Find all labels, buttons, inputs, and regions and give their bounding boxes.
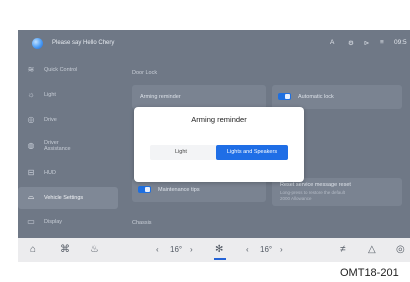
sidebar-item-label: Driver Assistance [44, 140, 71, 152]
arming-option-selector: Light Lights and Speakers [150, 145, 288, 160]
sidebar-item-label: Display [44, 219, 63, 225]
section-door-lock: Door Lock [132, 70, 158, 76]
bottom-dock: ⌂ ⌘ ♨ ‹ 16° › ✻ ‹ 16° › ≠ △ ◎ [18, 238, 410, 262]
fan-active-indicator [214, 258, 226, 260]
sidebar-item-label: Quick Control [44, 67, 78, 73]
settings-icon[interactable]: ⚙ [348, 39, 354, 47]
sidebar-item-hud[interactable]: ⊟ HUD [18, 163, 118, 185]
sidebar-item-label: Drive [44, 117, 57, 123]
fan-icon[interactable]: ✻ [215, 244, 223, 255]
temp-right-increase[interactable]: › [280, 245, 283, 254]
card-subtitle: 2000 Allowance [280, 196, 312, 201]
sidebar-item-label: Light [44, 92, 56, 98]
automatic-lock-toggle[interactable] [278, 93, 291, 100]
top-status-bar: Please say Hello Chery A ⚙ ⊳ ≡ 09:5 [18, 30, 410, 58]
power-icon[interactable]: ◎ [396, 244, 405, 255]
display-icon: ▭ [27, 217, 35, 226]
option-lights-and-speakers[interactable]: Lights and Speakers [216, 145, 288, 160]
temp-left-decrease[interactable]: ‹ [156, 245, 159, 254]
sidebar-item-quick-control[interactable]: ≋ Quick Control [18, 60, 118, 82]
option-light[interactable]: Light [150, 145, 212, 160]
car-icon: ⌓ [27, 192, 35, 201]
quick-control-icon: ≋ [27, 65, 35, 74]
light-icon: ☼ [27, 90, 35, 99]
automatic-lock-card[interactable]: Automatic lock [272, 85, 402, 109]
card-title: Maintenance tips [158, 187, 200, 193]
driver-assistance-icon: ◍ [27, 141, 35, 150]
arming-reminder-card[interactable]: Arming reminder [132, 85, 266, 109]
card-title: Automatic lock [298, 94, 334, 100]
card-title: Reset service message reset [280, 182, 351, 188]
temp-right-decrease[interactable]: ‹ [246, 245, 249, 254]
home-icon[interactable]: ⌂ [30, 244, 36, 255]
profile-icon[interactable]: A [330, 39, 334, 46]
sidebar-item-driver-assistance[interactable]: ◍ Driver Assistance [18, 134, 118, 160]
signal-icon: ≡ [380, 39, 384, 46]
media-icon[interactable]: ⊳ [364, 39, 369, 47]
seat-icon[interactable]: ♨ [90, 244, 99, 255]
temp-right: 16° [260, 245, 273, 254]
sidebar-item-drive[interactable]: ◎ Drive [18, 110, 118, 132]
clock: 09:5 [394, 39, 407, 46]
maintenance-tips-toggle[interactable] [138, 186, 151, 193]
sidebar-item-vehicle-settings[interactable]: ⌓ Vehicle Settings [18, 187, 118, 209]
infotainment-screen: Please say Hello Chery A ⚙ ⊳ ≡ 09:5 ≋ Qu… [18, 30, 410, 262]
sidebar-item-label: Vehicle Settings [44, 195, 84, 201]
service-reset-card[interactable]: Reset service message reset Long-press t… [272, 178, 402, 206]
dialog-title: Arming reminder [191, 115, 247, 124]
temp-left-increase[interactable]: › [190, 245, 193, 254]
hazard-icon[interactable]: △ [368, 244, 376, 255]
climate-icon[interactable]: ≠ [340, 244, 346, 255]
hud-icon: ⊟ [27, 168, 35, 177]
card-title: Arming reminder [140, 94, 181, 100]
sidebar-item-light[interactable]: ☼ Light [18, 85, 118, 107]
settings-sidebar: ≋ Quick Control ☼ Light ◎ Drive ◍ Driver… [18, 58, 122, 238]
temp-left: 16° [170, 245, 183, 254]
steering-wheel-icon: ◎ [27, 115, 35, 124]
sidebar-item-display[interactable]: ▭ Display [18, 212, 118, 234]
arming-reminder-dialog: Arming reminder Light Lights and Speaker… [134, 107, 304, 182]
apps-icon[interactable]: ⌘ [60, 244, 70, 255]
voice-greeting: Please say Hello Chery [52, 40, 115, 46]
card-subtitle: Long-press to restore the default [280, 190, 346, 195]
voice-assistant-icon[interactable] [32, 38, 43, 49]
section-chassis: Chassis [132, 220, 152, 226]
sidebar-item-label: HUD [44, 170, 56, 176]
figure-caption: OMT18-201 [340, 267, 399, 279]
